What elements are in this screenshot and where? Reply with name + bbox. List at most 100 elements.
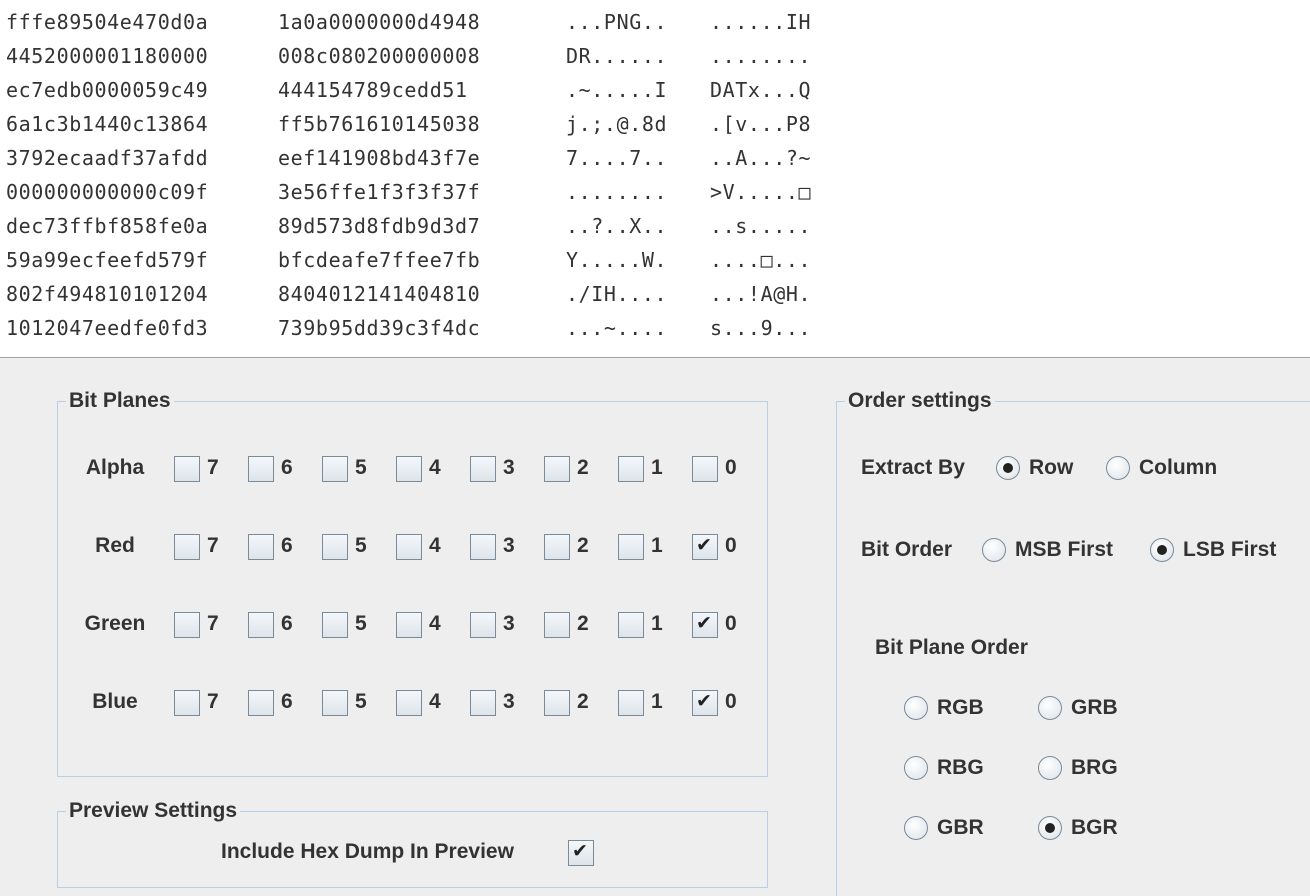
bit-plane-number: 7	[207, 690, 219, 713]
bit-plane-order-label-bgr[interactable]: BGR	[1071, 816, 1118, 840]
bit-plane-order-label-rbg[interactable]: RBG	[937, 756, 984, 780]
bit-plane-checkbox-blue-3[interactable]	[470, 690, 496, 716]
bit-plane-order-label-rgb[interactable]: RGB	[937, 696, 984, 720]
msb-first-radio[interactable]	[982, 538, 1006, 562]
bit-plane-checkbox-blue-4[interactable]	[396, 690, 422, 716]
ascii-column-1: .~.....I	[566, 78, 668, 102]
bit-plane-number: 4	[429, 690, 441, 713]
bit-plane-order-radio-rgb[interactable]	[904, 696, 928, 720]
bit-plane-checkbox-red-0[interactable]	[692, 534, 718, 560]
bit-plane-order-radio-gbr[interactable]	[904, 816, 928, 840]
bit-plane-checkbox-blue-6[interactable]	[248, 690, 274, 716]
bit-plane-number: 5	[355, 534, 367, 557]
ascii-column-1: ........	[566, 180, 668, 204]
bit-plane-order-radio-bgr[interactable]	[1038, 816, 1062, 840]
bit-plane-number: 4	[429, 534, 441, 557]
hex-column-2: eef141908bd43f7e	[278, 146, 481, 170]
bit-plane-checkbox-alpha-6[interactable]	[248, 456, 274, 482]
preview-settings-title: Preview Settings	[66, 799, 241, 823]
bit-plane-checkbox-alpha-3[interactable]	[470, 456, 496, 482]
bit-plane-checkbox-blue-5[interactable]	[322, 690, 348, 716]
bit-plane-number: 6	[281, 456, 293, 479]
hex-column-1: dec73ffbf858fe0a	[6, 214, 209, 238]
lsb-first-label[interactable]: LSB First	[1183, 538, 1276, 562]
ascii-column-1: ..?..X..	[566, 214, 668, 238]
hex-column-2: 3e56ffe1f3f3f37f	[278, 180, 481, 204]
extract-by-row-radio[interactable]	[996, 456, 1020, 480]
bit-plane-checkbox-red-6[interactable]	[248, 534, 274, 560]
bit-plane-number: 1	[651, 690, 663, 713]
bit-plane-checkbox-alpha-5[interactable]	[322, 456, 348, 482]
bit-plane-checkbox-green-5[interactable]	[322, 612, 348, 638]
bit-plane-number: 2	[577, 456, 589, 479]
ascii-column-1: ...~....	[566, 316, 668, 340]
bit-plane-order-radio-grb[interactable]	[1038, 696, 1062, 720]
bit-plane-number: 5	[355, 612, 367, 635]
bit-plane-checkbox-red-4[interactable]	[396, 534, 422, 560]
include-hex-dump-checkbox[interactable]	[568, 840, 594, 866]
bit-plane-order-radio-rbg[interactable]	[904, 756, 928, 780]
extract-by-column-radio[interactable]	[1106, 456, 1130, 480]
bit-plane-order-label: Bit Plane Order	[875, 636, 1028, 659]
order-settings-title: Order settings	[845, 389, 995, 413]
bit-plane-number: 1	[651, 534, 663, 557]
bit-plane-checkbox-red-5[interactable]	[322, 534, 348, 560]
bit-plane-number: 3	[503, 534, 515, 557]
ascii-column-1: 7....7..	[566, 146, 668, 170]
ascii-column-2: ........	[710, 44, 812, 68]
bit-plane-number: 2	[577, 534, 589, 557]
extract-by-row-label[interactable]: Row	[1029, 456, 1073, 480]
bit-plane-number: 3	[503, 690, 515, 713]
bit-plane-checkbox-blue-0[interactable]	[692, 690, 718, 716]
bit-plane-checkbox-alpha-7[interactable]	[174, 456, 200, 482]
bit-plane-checkbox-blue-7[interactable]	[174, 690, 200, 716]
bit-plane-checkbox-green-1[interactable]	[618, 612, 644, 638]
extract-by-column-label[interactable]: Column	[1139, 456, 1217, 480]
bit-plane-number: 7	[207, 612, 219, 635]
bit-plane-number: 4	[429, 456, 441, 479]
msb-first-label[interactable]: MSB First	[1015, 538, 1113, 562]
hex-column-2: 8404012141404810	[278, 282, 481, 306]
bit-plane-checkbox-alpha-4[interactable]	[396, 456, 422, 482]
bit-plane-checkbox-red-7[interactable]	[174, 534, 200, 560]
ascii-column-2: s...9...	[710, 316, 812, 340]
bit-plane-checkbox-alpha-0[interactable]	[692, 456, 718, 482]
bit-plane-number: 4	[429, 612, 441, 635]
include-hex-dump-label: Include Hex Dump In Preview	[221, 840, 514, 863]
bit-plane-order-radio-brg[interactable]	[1038, 756, 1062, 780]
bit-plane-checkbox-red-1[interactable]	[618, 534, 644, 560]
bit-plane-order-label-brg[interactable]: BRG	[1071, 756, 1118, 780]
bit-plane-number: 5	[355, 690, 367, 713]
bit-plane-checkbox-green-2[interactable]	[544, 612, 570, 638]
hex-dump-view[interactable]: fffe89504e470d0a 1a0a0000000d4948 ...PNG..…	[0, 0, 1310, 358]
bit-plane-checkbox-green-3[interactable]	[470, 612, 496, 638]
bit-plane-checkbox-alpha-2[interactable]	[544, 456, 570, 482]
bit-plane-checkbox-red-2[interactable]	[544, 534, 570, 560]
hex-column-1: 4452000001180000	[6, 44, 209, 68]
bit-plane-checkbox-red-3[interactable]	[470, 534, 496, 560]
bit-plane-order-label-gbr[interactable]: GBR	[937, 816, 984, 840]
bit-plane-number: 6	[281, 534, 293, 557]
bit-plane-number: 2	[577, 612, 589, 635]
bit-plane-row-label: Green	[84, 612, 146, 635]
bit-plane-checkbox-green-6[interactable]	[248, 612, 274, 638]
bit-plane-checkbox-green-0[interactable]	[692, 612, 718, 638]
ascii-column-2: DATx...Q	[710, 78, 812, 102]
hex-column-2: 739b95dd39c3f4dc	[278, 316, 481, 340]
hex-column-1: 000000000000c09f	[6, 180, 209, 204]
bit-plane-number: 0	[725, 456, 737, 479]
bit-plane-checkbox-alpha-1[interactable]	[618, 456, 644, 482]
bit-plane-checkbox-green-7[interactable]	[174, 612, 200, 638]
ascii-column-2: ..A...?~	[710, 146, 812, 170]
bit-plane-number: 1	[651, 456, 663, 479]
bit-plane-number: 7	[207, 534, 219, 557]
ascii-column-1: Y.....W.	[566, 248, 668, 272]
bit-plane-checkbox-blue-1[interactable]	[618, 690, 644, 716]
bit-plane-checkbox-green-4[interactable]	[396, 612, 422, 638]
bit-plane-checkbox-blue-2[interactable]	[544, 690, 570, 716]
bit-plane-order-label-grb[interactable]: GRB	[1071, 696, 1118, 720]
extract-by-label: Extract By	[861, 456, 965, 479]
lsb-first-radio[interactable]	[1150, 538, 1174, 562]
ascii-column-1: ...PNG..	[566, 10, 668, 34]
hex-column-2: 444154789cedd51	[278, 78, 468, 102]
